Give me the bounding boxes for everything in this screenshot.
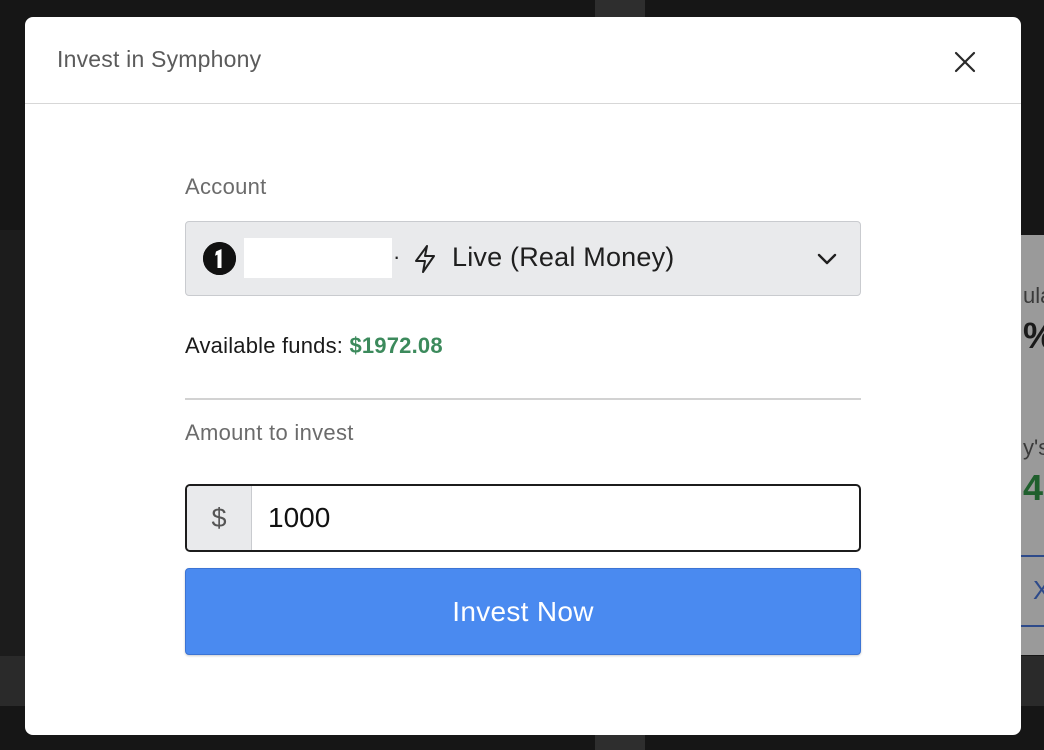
background-text-fragment: 4 xyxy=(1023,467,1044,508)
background-tab-bottom xyxy=(595,735,645,750)
available-funds-label: Available funds: xyxy=(185,333,344,358)
separator-dot: · xyxy=(393,244,401,269)
background-button-fragment: X xyxy=(1021,555,1044,627)
background-left-band xyxy=(0,230,25,656)
modal-header: Invest in Symphony xyxy=(25,17,1021,104)
background-stats-panel: ula % y's 4 X xyxy=(1021,235,1044,655)
background-tab-top xyxy=(595,0,645,18)
account-select[interactable]: · Live (Real Money) xyxy=(185,221,861,296)
available-funds-value: $1972.08 xyxy=(349,333,443,358)
account-name-redacted xyxy=(244,238,392,278)
broker-logo-icon xyxy=(203,242,236,275)
amount-label: Amount to invest xyxy=(185,420,354,445)
modal-title: Invest in Symphony xyxy=(57,46,262,72)
account-mode-value: Live (Real Money) xyxy=(452,242,675,272)
available-funds: Available funds: $1972.08 xyxy=(185,333,443,359)
chevron-down-icon xyxy=(817,253,837,265)
currency-symbol: $ xyxy=(211,502,227,533)
background-left-lower-band xyxy=(0,656,25,706)
divider xyxy=(185,398,861,400)
close-icon xyxy=(954,51,976,73)
currency-addon: $ xyxy=(187,486,252,550)
lightning-bolt-icon xyxy=(415,245,435,273)
amount-input-group: $ xyxy=(185,484,861,552)
invest-modal: Invest in Symphony Account · Live (Real … xyxy=(25,17,1021,735)
background-right-lower-band xyxy=(1021,656,1044,706)
background-text-fragment: % xyxy=(1023,315,1044,357)
background-text-fragment: ula xyxy=(1023,283,1044,308)
background-text-fragment: y's xyxy=(1023,435,1044,460)
close-button[interactable] xyxy=(947,44,983,80)
account-label: Account xyxy=(185,174,267,199)
invest-now-button[interactable]: Invest Now xyxy=(185,568,861,655)
amount-input[interactable] xyxy=(252,486,858,550)
background-text-fragment: X xyxy=(1033,575,1044,605)
